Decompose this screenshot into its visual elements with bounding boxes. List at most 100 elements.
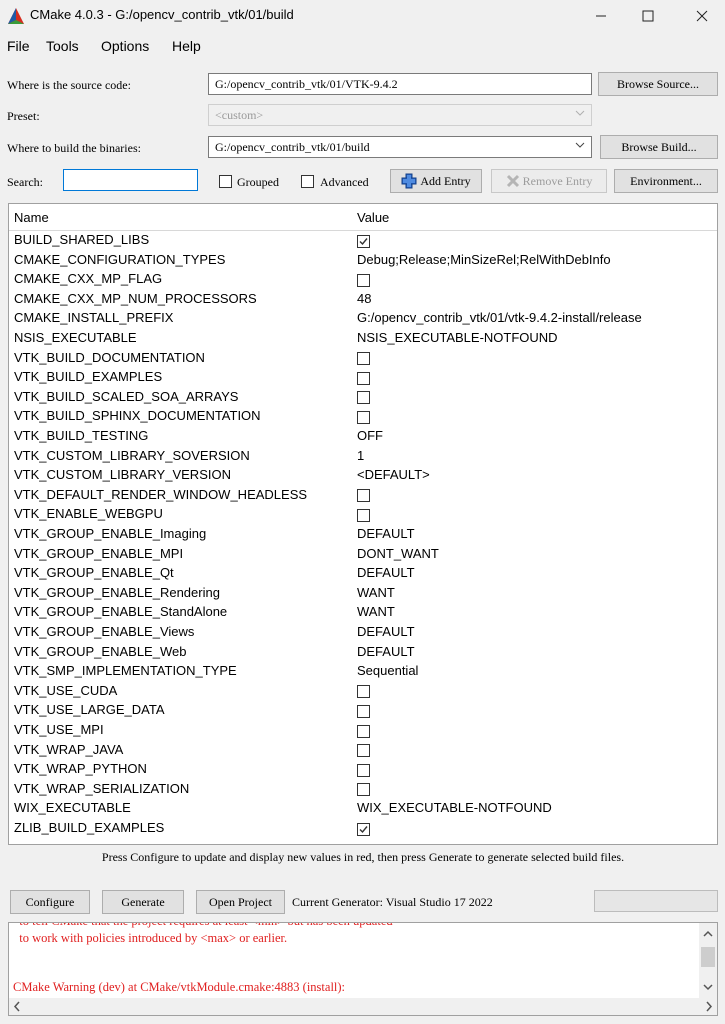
entry-value-checkbox[interactable] <box>357 820 370 836</box>
configure-button[interactable]: Configure <box>10 890 90 914</box>
entry-value[interactable]: DEFAULT <box>357 565 415 580</box>
grouped-checkbox[interactable] <box>219 175 232 188</box>
table-row[interactable]: VTK_GROUP_ENABLE_Qt DEFAULT <box>9 564 717 584</box>
table-row[interactable]: VTK_WRAP_PYTHON <box>9 760 717 780</box>
close-button[interactable] <box>679 0 725 32</box>
minimize-button[interactable] <box>578 0 624 32</box>
table-row[interactable]: VTK_GROUP_ENABLE_Imaging DEFAULT <box>9 525 717 545</box>
cache-table[interactable]: Name Value BUILD_SHARED_LIBS CMAKE_CONFIG… <box>8 203 718 845</box>
table-row[interactable]: VTK_BUILD_DOCUMENTATION <box>9 349 717 369</box>
table-row[interactable]: VTK_USE_CUDA <box>9 682 717 702</box>
entry-value[interactable]: G:/opencv_contrib_vtk/01/vtk-9.4.2-insta… <box>357 310 642 325</box>
table-row[interactable]: VTK_USE_MPI <box>9 721 717 741</box>
menu-help[interactable]: Help <box>172 38 201 54</box>
unchecked-checkbox[interactable] <box>357 724 370 738</box>
unchecked-checkbox[interactable] <box>357 371 370 385</box>
entry-value-checkbox[interactable] <box>357 232 370 248</box>
entry-value[interactable]: DEFAULT <box>357 644 415 659</box>
log-horizontal-scrollbar[interactable] <box>9 998 717 1015</box>
environment-button[interactable]: Environment... <box>614 169 718 193</box>
log-vertical-scrollbar[interactable] <box>699 923 717 999</box>
table-row[interactable]: BUILD_SHARED_LIBS <box>9 231 717 251</box>
build-path-combobox[interactable]: G:/opencv_contrib_vtk/01/build <box>208 136 592 158</box>
entry-value[interactable]: DONT_WANT <box>357 546 439 561</box>
table-row[interactable]: VTK_USE_LARGE_DATA <box>9 701 717 721</box>
entry-value[interactable]: 48 <box>357 291 371 306</box>
browse-source-button[interactable]: Browse Source... <box>598 72 718 96</box>
entry-value[interactable]: WANT <box>357 585 395 600</box>
add-entry-button[interactable]: Add Entry <box>390 169 482 193</box>
table-row[interactable]: VTK_GROUP_ENABLE_StandAlone WANT <box>9 603 717 623</box>
entry-value[interactable]: <DEFAULT> <box>357 467 430 482</box>
table-row[interactable]: VTK_BUILD_EXAMPLES <box>9 368 717 388</box>
menu-file[interactable]: File <box>7 38 30 54</box>
unchecked-checkbox[interactable] <box>357 763 370 777</box>
entry-value-checkbox[interactable] <box>357 408 370 424</box>
table-row[interactable]: WIX_EXECUTABLE WIX_EXECUTABLE-NOTFOUND <box>9 799 717 819</box>
table-row[interactable]: VTK_SMP_IMPLEMENTATION_TYPE Sequential <box>9 662 717 682</box>
table-row[interactable]: VTK_BUILD_SPHINX_DOCUMENTATION <box>9 407 717 427</box>
table-row[interactable]: CMAKE_INSTALL_PREFIX G:/opencv_contrib_vt… <box>9 309 717 329</box>
table-row[interactable]: CMAKE_CXX_MP_FLAG <box>9 270 717 290</box>
scroll-thumb[interactable] <box>701 947 715 967</box>
entry-value[interactable]: DEFAULT <box>357 526 415 541</box>
unchecked-checkbox[interactable] <box>357 508 370 522</box>
table-row[interactable]: VTK_WRAP_SERIALIZATION <box>9 780 717 800</box>
unchecked-checkbox[interactable] <box>357 391 370 405</box>
entry-value[interactable]: Debug;Release;MinSizeRel;RelWithDebInfo <box>357 252 611 267</box>
entry-value-checkbox[interactable] <box>357 781 370 797</box>
table-row[interactable]: VTK_DEFAULT_RENDER_WINDOW_HEADLESS <box>9 486 717 506</box>
entry-value-checkbox[interactable] <box>357 389 370 405</box>
entry-value[interactable]: Sequential <box>357 663 418 678</box>
maximize-button[interactable] <box>625 0 671 32</box>
entry-value-checkbox[interactable] <box>357 487 370 503</box>
entry-value-checkbox[interactable] <box>357 271 370 287</box>
table-row[interactable]: NSIS_EXECUTABLE NSIS_EXECUTABLE-NOTFOUND <box>9 329 717 349</box>
source-path-field[interactable]: G:/opencv_contrib_vtk/01/VTK-9.4.2 <box>208 73 592 95</box>
open-project-button[interactable]: Open Project <box>196 890 285 914</box>
entry-value[interactable]: WANT <box>357 604 395 619</box>
checked-checkbox[interactable] <box>357 234 370 248</box>
entry-value-checkbox[interactable] <box>357 722 370 738</box>
entry-value-checkbox[interactable] <box>357 742 370 758</box>
entry-value-checkbox[interactable] <box>357 350 370 366</box>
entry-value[interactable]: WIX_EXECUTABLE-NOTFOUND <box>357 800 552 815</box>
output-log[interactable]: to tell CMake that the project requires … <box>8 922 718 1016</box>
search-input[interactable] <box>63 169 198 191</box>
table-row[interactable]: VTK_WRAP_JAVA <box>9 741 717 761</box>
entry-value-checkbox[interactable] <box>357 702 370 718</box>
browse-build-button[interactable]: Browse Build... <box>600 135 718 159</box>
menu-options[interactable]: Options <box>101 38 149 54</box>
table-row[interactable]: VTK_ENABLE_WEBGPU <box>9 505 717 525</box>
entry-value-checkbox[interactable] <box>357 683 370 699</box>
checked-checkbox[interactable] <box>357 822 370 836</box>
entry-value[interactable]: NSIS_EXECUTABLE-NOTFOUND <box>357 330 558 345</box>
entry-value[interactable]: OFF <box>357 428 383 443</box>
table-row[interactable]: VTK_GROUP_ENABLE_MPI DONT_WANT <box>9 545 717 565</box>
entry-value-checkbox[interactable] <box>357 761 370 777</box>
unchecked-checkbox[interactable] <box>357 685 370 699</box>
unchecked-checkbox[interactable] <box>357 352 370 366</box>
unchecked-checkbox[interactable] <box>357 410 370 424</box>
table-row[interactable]: VTK_BUILD_TESTING OFF <box>9 427 717 447</box>
column-header-name[interactable]: Name <box>14 210 49 225</box>
table-row[interactable]: VTK_GROUP_ENABLE_Rendering WANT <box>9 584 717 604</box>
entry-value[interactable]: 1 <box>357 448 364 463</box>
unchecked-checkbox[interactable] <box>357 704 370 718</box>
unchecked-checkbox[interactable] <box>357 744 370 758</box>
table-row[interactable]: CMAKE_CXX_MP_NUM_PROCESSORS 48 <box>9 290 717 310</box>
table-row[interactable]: VTK_CUSTOM_LIBRARY_SOVERSION 1 <box>9 447 717 467</box>
table-row[interactable]: VTK_GROUP_ENABLE_Views DEFAULT <box>9 623 717 643</box>
table-row[interactable]: ZLIB_BUILD_EXAMPLES <box>9 819 717 839</box>
unchecked-checkbox[interactable] <box>357 783 370 797</box>
unchecked-checkbox[interactable] <box>357 489 370 503</box>
column-header-value[interactable]: Value <box>357 210 389 225</box>
unchecked-checkbox[interactable] <box>357 273 370 287</box>
table-row[interactable]: VTK_GROUP_ENABLE_Web DEFAULT <box>9 643 717 663</box>
advanced-checkbox[interactable] <box>301 175 314 188</box>
generate-button[interactable]: Generate <box>102 890 184 914</box>
entry-value-checkbox[interactable] <box>357 369 370 385</box>
entry-value-checkbox[interactable] <box>357 506 370 522</box>
menu-tools[interactable]: Tools <box>46 38 79 54</box>
entry-value[interactable]: DEFAULT <box>357 624 415 639</box>
